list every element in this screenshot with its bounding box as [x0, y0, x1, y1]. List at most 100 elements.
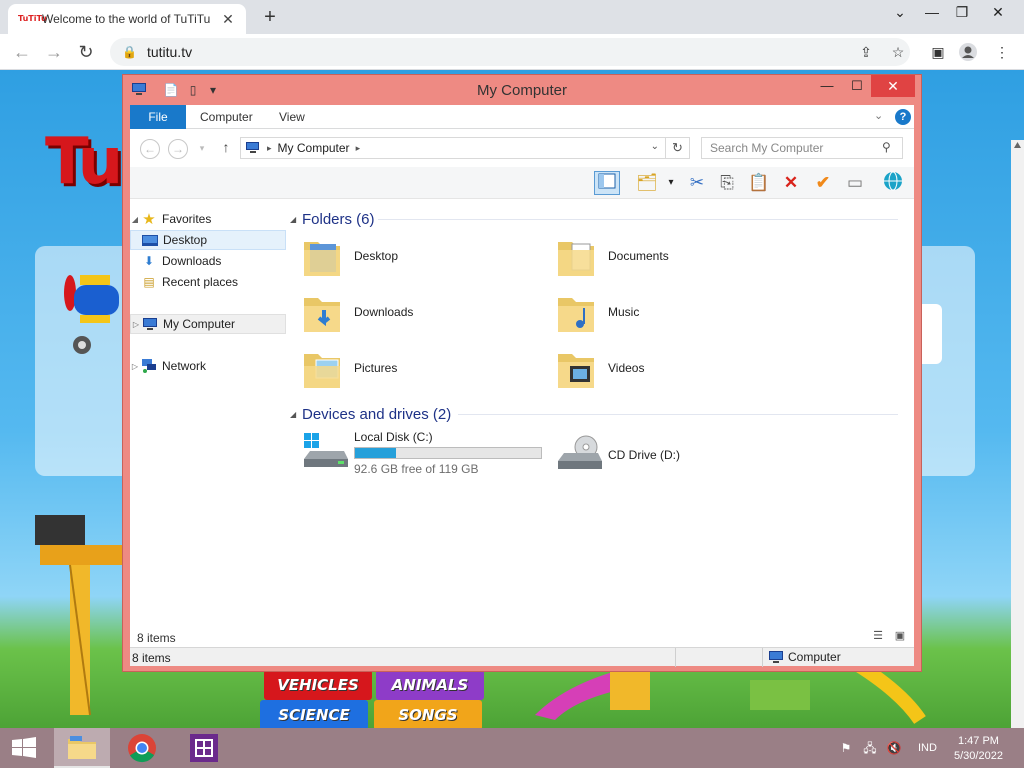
group-collapse-icon[interactable]: ◢	[290, 215, 302, 224]
folder-label: Downloads	[354, 305, 414, 319]
delete-x-icon[interactable]: ✕	[778, 171, 804, 195]
folder-downloads[interactable]: Downloads	[302, 286, 532, 338]
window-close-button[interactable]: ✕	[871, 75, 915, 97]
nav-recent-places[interactable]: ▤ Recent places	[130, 272, 286, 292]
collapse-arrow-icon[interactable]: ▷	[130, 362, 140, 371]
close-button[interactable]: ✕	[986, 2, 1010, 22]
window-maximize-button[interactable]: ☐	[843, 75, 871, 97]
category-block-vehicles[interactable]: VEHICLES	[264, 670, 372, 700]
folders-group-header[interactable]: ◢ Folders (6)	[290, 209, 383, 229]
page-scrollbar[interactable]	[1011, 140, 1024, 728]
downloads-icon: ⬇	[143, 254, 155, 268]
properties-check-icon[interactable]: 🗂	[634, 171, 660, 195]
folder-videos[interactable]: Videos	[556, 342, 786, 394]
windows-start-icon[interactable]	[10, 736, 38, 760]
drive-d[interactable]: CD Drive (D:)	[556, 435, 680, 475]
ribbon-tab-view[interactable]: View	[279, 105, 305, 129]
tab-close-icon[interactable]: ✕	[220, 11, 236, 28]
refresh-icon[interactable]: ↻	[665, 138, 689, 158]
collapse-arrow-icon[interactable]: ▷	[131, 320, 141, 329]
content-pane: ◢ Folders (6) Desktop Documents Download…	[290, 205, 914, 625]
music-folder-icon	[558, 298, 594, 332]
network-tray-icon[interactable]: 🖧	[862, 740, 878, 756]
search-input[interactable]: Search My Computer	[701, 137, 903, 159]
tutitu-logo[interactable]: Tu	[45, 125, 123, 199]
details-zone-label: Computer	[788, 650, 841, 664]
category-block-songs[interactable]: SONGS	[374, 700, 482, 728]
bookmark-star-icon[interactable]: ☆	[888, 42, 908, 62]
status-bar: 8 items ☰ ▣	[130, 629, 914, 647]
new-tab-button[interactable]: +	[260, 6, 280, 28]
windows-taskbar: ⚑ 🖧 🔇 IND 1:47 PM 5/30/2022	[0, 728, 1024, 768]
window-minimize-button[interactable]: —	[813, 75, 841, 97]
confirm-check-icon[interactable]: ✔	[810, 171, 836, 195]
search-icon[interactable]: ⚲	[882, 140, 908, 154]
paste-clipboard-icon[interactable]: 📋	[746, 171, 772, 195]
large-icons-view-icon[interactable]: ▣	[892, 629, 908, 643]
restore-button[interactable]: ❐	[950, 2, 974, 22]
explorer-back-icon[interactable]: ←	[140, 139, 160, 159]
address-row: ← → ▾ ↑ ▸ My Computer ▸ ⌄ ↻ Search My Co…	[130, 129, 914, 167]
folder-desktop[interactable]: Desktop	[302, 230, 532, 282]
expand-arrow-icon[interactable]: ◢	[130, 215, 140, 224]
command-bar: 🗂 ▾ ✂ ⎘ 📋 ✕ ✔ ▭	[130, 167, 914, 199]
action-center-flag-icon[interactable]: ⚑	[838, 740, 854, 756]
preview-pane-icon[interactable]	[594, 171, 620, 195]
volume-muted-icon[interactable]: 🔇	[886, 740, 902, 756]
network-icon	[140, 359, 158, 373]
nav-network[interactable]: ▷ Network	[130, 356, 286, 376]
help-icon[interactable]: ?	[895, 109, 911, 125]
cut-scissors-icon[interactable]: ✂	[684, 171, 710, 195]
drive-c-info: Local Disk (C:) 92.6 GB free of 119 GB	[354, 430, 542, 476]
details-view-icon[interactable]: ☰	[870, 629, 886, 643]
breadcrumb-my-computer[interactable]: My Computer	[278, 141, 350, 155]
folder-music[interactable]: Music	[556, 286, 786, 338]
window-title: My Computer	[476, 82, 568, 99]
clock-date[interactable]: 5/30/2022	[954, 750, 1003, 762]
up-arrow-icon[interactable]: ↑	[218, 139, 234, 155]
recent-locations-chevron-icon[interactable]: ▾	[194, 143, 210, 154]
category-block-animals[interactable]: ANIMALS	[376, 670, 484, 700]
menu-kebab-icon[interactable]: ⋮	[992, 42, 1012, 62]
rename-icon[interactable]: ▭	[842, 171, 868, 195]
browser-tab[interactable]: TuTiTu Welcome to the world of TuTiTu ✕	[8, 4, 246, 34]
side-panel-icon[interactable]: ▣	[928, 42, 948, 62]
taskbar-file-explorer[interactable]	[54, 728, 110, 768]
input-language[interactable]: IND	[918, 742, 937, 754]
network-globe-icon[interactable]	[880, 171, 906, 195]
profile-avatar-icon[interactable]	[958, 42, 978, 62]
nav-favorites[interactable]: ◢ ★ Favorites	[130, 209, 286, 229]
category-block-science[interactable]: SCIENCE	[260, 700, 368, 728]
forward-arrow-icon[interactable]: →	[42, 40, 66, 64]
drive-c[interactable]: Local Disk (C:) 92.6 GB free of 119 GB	[302, 430, 542, 476]
nav-my-computer[interactable]: ▷ My Computer	[130, 314, 286, 334]
tab-search-chevron-icon[interactable]: ⌄	[888, 2, 912, 22]
nav-desktop[interactable]: Desktop	[130, 230, 286, 250]
address-bar[interactable]: 🔒 tutitu.tv	[110, 38, 910, 66]
clock-time[interactable]: 1:47 PM	[958, 735, 999, 747]
crane-illustration	[35, 515, 125, 716]
ribbon-tab-computer[interactable]: Computer	[200, 105, 253, 129]
breadcrumb-separator-icon[interactable]: ▸	[356, 143, 361, 154]
explorer-titlebar[interactable]: 📄 ▯ ▾ My Computer — ☐ ✕	[123, 75, 921, 105]
folder-documents[interactable]: Documents	[556, 230, 786, 282]
devices-group-header[interactable]: ◢ Devices and drives (2)	[290, 404, 459, 424]
minimize-button[interactable]: —	[920, 2, 944, 22]
explorer-forward-icon[interactable]: →	[168, 139, 188, 159]
explorer-window: 📄 ▯ ▾ My Computer — ☐ ✕ File Computer Vi…	[122, 74, 922, 672]
nav-downloads[interactable]: ⬇ Downloads	[130, 251, 286, 271]
copy-icon[interactable]: ⎘	[714, 171, 740, 195]
breadcrumb-separator-icon[interactable]: ▸	[267, 143, 272, 154]
properties-dropdown-icon[interactable]: ▾	[658, 171, 684, 195]
share-icon[interactable]: ⇪	[856, 42, 876, 62]
address-dropdown-icon[interactable]: ⌄	[651, 141, 659, 152]
explorer-address-box[interactable]: ▸ My Computer ▸ ⌄ ↻	[240, 137, 690, 159]
ribbon-tab-file[interactable]: File	[130, 105, 186, 129]
folder-pictures[interactable]: Pictures	[302, 342, 532, 394]
group-collapse-icon[interactable]: ◢	[290, 410, 302, 419]
reload-icon[interactable]: ↻	[74, 40, 98, 64]
taskbar-store-app[interactable]	[176, 728, 232, 768]
taskbar-chrome[interactable]	[114, 728, 170, 768]
back-arrow-icon[interactable]: ←	[10, 40, 34, 64]
expand-ribbon-chevron-icon[interactable]: ⌄	[874, 109, 883, 122]
